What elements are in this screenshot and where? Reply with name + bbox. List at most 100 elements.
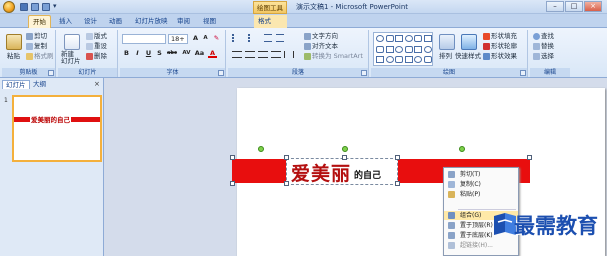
office-button-icon[interactable] [3, 1, 15, 13]
reset-button[interactable]: 重设 [86, 42, 107, 50]
resize-handle[interactable] [395, 181, 400, 186]
justify-icon[interactable] [271, 51, 281, 58]
tab-design[interactable]: 设计 [80, 15, 101, 28]
tab-outline-panel[interactable]: 大纲 [30, 80, 49, 89]
shape-outline-button[interactable]: 形状轮廓 [483, 42, 517, 50]
close-button[interactable]: × [584, 1, 602, 12]
arrange-icon[interactable] [439, 34, 455, 50]
clipboard-launcher-icon[interactable] [48, 70, 54, 76]
menu-item-paste[interactable]: 粘贴(P) [444, 190, 518, 199]
paste-button[interactable]: 粘贴 [7, 52, 20, 60]
tab-review[interactable]: 审阅 [173, 15, 194, 28]
shape-option[interactable] [385, 35, 394, 42]
columns-icon[interactable] [284, 51, 294, 58]
text-direction-button[interactable]: 文字方向 [304, 32, 338, 40]
shape-option[interactable] [376, 56, 384, 63]
resize-handle[interactable] [284, 181, 289, 186]
shape-option[interactable] [395, 35, 403, 42]
shape-option[interactable] [376, 35, 384, 42]
shrink-font-button[interactable]: A [201, 34, 210, 43]
delete-slide-button[interactable]: 删除 [86, 52, 107, 60]
minimize-button[interactable]: – [546, 1, 564, 12]
shapes-gallery[interactable] [373, 32, 433, 66]
new-slide-button[interactable]: 新建 幻灯片 [61, 51, 81, 65]
change-case-button[interactable]: Aa [194, 49, 205, 58]
redo-icon[interactable] [42, 3, 50, 11]
strikethrough-button[interactable]: abc [166, 49, 178, 58]
shape-option[interactable] [414, 45, 422, 53]
resize-handle[interactable] [284, 155, 289, 160]
align-left-icon[interactable] [232, 51, 242, 58]
clear-format-icon[interactable]: ✎ [212, 34, 221, 43]
tab-view[interactable]: 视图 [199, 15, 220, 28]
cut-button[interactable]: 剪切 [26, 32, 47, 40]
resize-handle[interactable] [230, 155, 235, 160]
undo-icon[interactable] [31, 3, 39, 11]
rotate-handle[interactable] [258, 146, 264, 152]
align-right-icon[interactable] [258, 51, 268, 58]
italic-button[interactable]: I [133, 49, 142, 58]
numbering-icon[interactable] [248, 34, 258, 42]
grow-font-button[interactable]: A [191, 34, 200, 43]
bullets-icon[interactable] [232, 34, 242, 42]
shape-option[interactable] [395, 45, 403, 53]
tab-format[interactable]: 格式 [254, 15, 287, 28]
red-band-left[interactable] [232, 159, 288, 183]
resize-handle[interactable] [230, 181, 235, 186]
qat-more-icon[interactable]: ▾ [53, 2, 57, 10]
shadow-button[interactable]: S [155, 49, 164, 58]
underline-button[interactable]: U [144, 49, 153, 58]
drawing-launcher-icon[interactable] [520, 70, 526, 76]
menu-item-copy[interactable]: 复制(C) [444, 180, 518, 189]
rotate-handle[interactable] [342, 146, 348, 152]
select-button[interactable]: 选择 [533, 52, 554, 60]
layout-button[interactable]: 版式 [86, 32, 107, 40]
paragraph-launcher-icon[interactable] [361, 70, 367, 76]
menu-item-cut[interactable]: 剪切(T) [444, 170, 518, 179]
shape-option[interactable] [423, 56, 432, 63]
rotate-handle[interactable] [459, 146, 465, 152]
quick-styles-icon[interactable] [461, 34, 477, 50]
format-painter-button[interactable]: 格式刷 [26, 52, 54, 60]
shape-fill-button[interactable]: 形状填充 [483, 32, 517, 40]
tab-animations[interactable]: 动画 [105, 15, 126, 28]
char-spacing-button[interactable]: AV [181, 49, 192, 58]
arrange-button[interactable]: 排列 [439, 52, 452, 60]
shape-option[interactable] [423, 45, 432, 53]
line-spacing-icon[interactable] [276, 34, 284, 42]
maximize-button[interactable]: □ [565, 1, 583, 12]
replace-button[interactable]: 替换 [533, 42, 554, 50]
save-icon[interactable] [20, 3, 28, 11]
indent-icon[interactable] [264, 34, 272, 42]
shape-option[interactable] [414, 35, 422, 42]
find-button[interactable]: 查找 [533, 32, 554, 40]
font-name-combo[interactable] [122, 34, 166, 44]
shape-option[interactable] [385, 45, 394, 53]
copy-button[interactable]: 复制 [26, 42, 47, 50]
tab-insert[interactable]: 插入 [55, 15, 76, 28]
shape-option[interactable] [404, 35, 413, 42]
paste-icon[interactable] [6, 34, 22, 50]
close-panel-icon[interactable]: × [94, 80, 100, 88]
shape-option[interactable] [376, 45, 384, 53]
tab-slides-panel[interactable]: 幻灯片 [2, 80, 30, 89]
shape-option[interactable] [404, 45, 413, 53]
smartart-button[interactable]: 转换为 SmartArt [304, 52, 363, 60]
quick-styles-button[interactable]: 快速样式 [455, 52, 481, 60]
tab-slideshow[interactable]: 幻灯片放映 [131, 15, 172, 28]
new-slide-icon[interactable] [64, 34, 80, 50]
shape-option[interactable] [414, 56, 422, 63]
shape-option[interactable] [385, 56, 394, 63]
shape-effects-button[interactable]: 形状效果 [483, 52, 517, 60]
resize-handle[interactable] [527, 155, 532, 160]
tab-home[interactable]: 开始 [28, 15, 51, 28]
slide-thumbnail[interactable]: 爱美丽的自己 [12, 95, 102, 162]
shape-option[interactable] [423, 35, 432, 42]
shape-option[interactable] [404, 56, 413, 63]
font-launcher-icon[interactable] [218, 70, 224, 76]
align-center-icon[interactable] [245, 51, 255, 58]
align-text-button[interactable]: 对齐文本 [304, 42, 338, 50]
resize-handle[interactable] [395, 155, 400, 160]
font-size-combo[interactable]: 18+ [168, 34, 188, 44]
font-color-button[interactable]: A [208, 49, 217, 58]
